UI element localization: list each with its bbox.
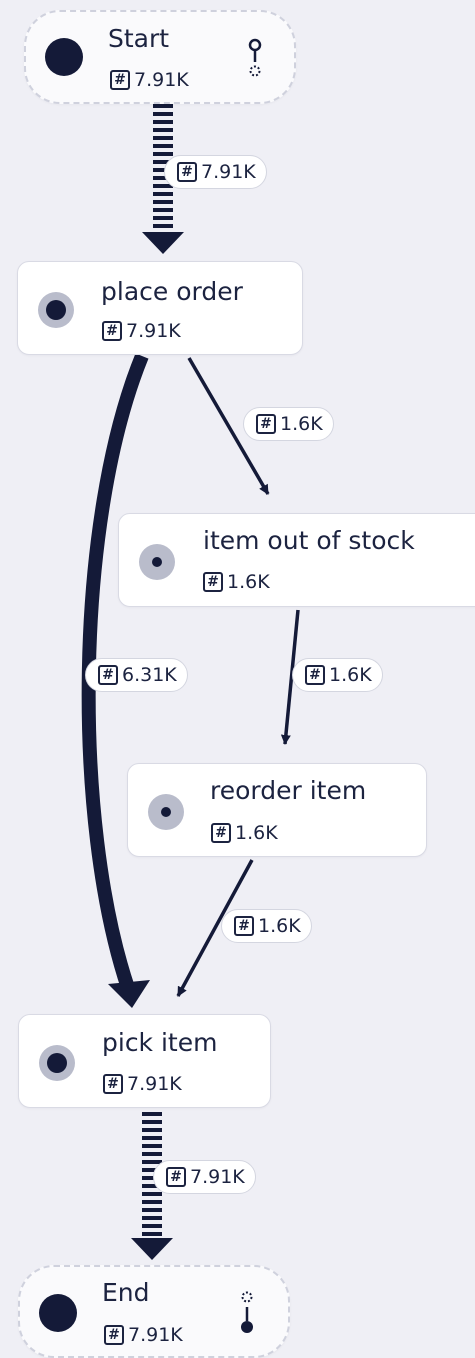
pick-item-title: pick item <box>102 1028 218 1057</box>
place-order-count: # 7.91K <box>102 319 181 343</box>
pick-item-count-value: 7.91K <box>127 1073 182 1095</box>
hash-icon: # <box>98 665 118 685</box>
item-out-of-stock-count-value: 1.6K <box>227 571 270 593</box>
pick-item-node[interactable]: pick item # 7.91K <box>18 1014 271 1108</box>
edge-count-value: 1.6K <box>329 664 372 686</box>
edge-count-value: 7.91K <box>190 1166 245 1188</box>
hash-icon: # <box>256 414 276 434</box>
reorder-item-title: reorder item <box>210 776 367 805</box>
end-node[interactable]: End # 7.91K <box>18 1265 290 1358</box>
end-terminal-icon <box>241 1291 253 1333</box>
edge-count-value: 7.91K <box>201 161 256 183</box>
start-title: Start <box>108 24 170 53</box>
edge-count-value: 1.6K <box>258 915 301 937</box>
activity-dot-icon <box>39 1045 75 1081</box>
process-flow-edges <box>81 104 300 1260</box>
hash-icon: # <box>104 1325 124 1345</box>
item-out-of-stock-node[interactable]: item out of stock # 1.6K <box>118 513 475 607</box>
hash-icon: # <box>203 572 223 592</box>
place-order-title: place order <box>101 277 243 306</box>
hash-icon: # <box>110 70 130 90</box>
start-count-value: 7.91K <box>134 69 189 91</box>
hash-icon: # <box>177 162 197 182</box>
start-dot-icon <box>45 38 83 76</box>
start-count: # 7.91K <box>110 68 189 92</box>
start-node[interactable]: Start # 7.91K <box>24 10 296 104</box>
edge-count-start-to-place-order: # 7.91K <box>164 155 267 189</box>
activity-dot-icon <box>139 544 175 580</box>
reorder-item-node[interactable]: reorder item # 1.6K <box>127 763 427 857</box>
place-order-count-value: 7.91K <box>126 320 181 342</box>
hash-icon: # <box>211 823 231 843</box>
reorder-item-count: # 1.6K <box>211 821 278 845</box>
hash-icon: # <box>102 321 122 341</box>
end-title: End <box>102 1278 150 1307</box>
edge-count-reorder-item-to-pick-item: # 1.6K <box>221 909 312 943</box>
activity-dot-icon <box>148 794 184 830</box>
end-count: # 7.91K <box>104 1323 183 1347</box>
item-out-of-stock-title: item out of stock <box>203 526 415 555</box>
hash-icon: # <box>234 916 254 936</box>
edge-count-value: 1.6K <box>280 413 323 435</box>
edge-count-item-out-of-stock-to-reorder-item: # 1.6K <box>292 658 383 692</box>
start-terminal-icon <box>248 38 262 77</box>
end-count-value: 7.91K <box>128 1324 183 1346</box>
pick-item-count: # 7.91K <box>103 1072 182 1096</box>
hash-icon: # <box>166 1167 186 1187</box>
hash-icon: # <box>305 665 325 685</box>
edge-count-place-order-to-pick-item: # 6.31K <box>85 658 188 692</box>
edge-count-place-order-to-item-out-of-stock: # 1.6K <box>243 407 334 441</box>
place-order-node[interactable]: place order # 7.91K <box>17 261 303 355</box>
edge-count-value: 6.31K <box>122 664 177 686</box>
reorder-item-count-value: 1.6K <box>235 822 278 844</box>
activity-dot-icon <box>38 292 74 328</box>
item-out-of-stock-count: # 1.6K <box>203 570 270 594</box>
hash-icon: # <box>103 1074 123 1094</box>
edge-count-pick-item-to-end: # 7.91K <box>153 1160 256 1194</box>
end-dot-icon <box>39 1294 77 1332</box>
